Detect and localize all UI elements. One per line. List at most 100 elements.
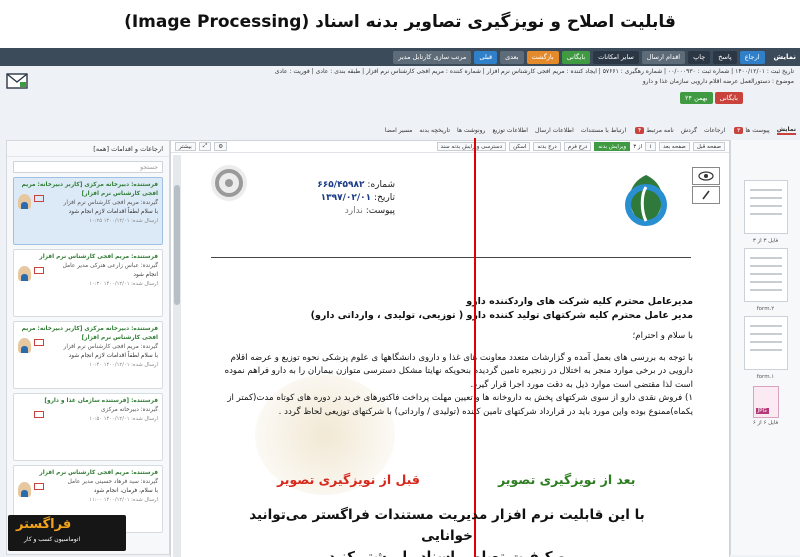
file-thumbnail[interactable] <box>743 180 788 234</box>
message-sender: فرستنده: [فرستنده سازمان غذا و دارو] <box>44 398 158 404</box>
refer-button[interactable]: ارجاع <box>739 50 765 64</box>
tab-signature-path[interactable]: مسیر امضا <box>385 127 413 134</box>
caption-line-2: و کیفیت تصاویر اسناد را بیشتر کنید <box>328 549 566 557</box>
referrals-search-input[interactable]: جستجو <box>13 161 163 173</box>
sort-inbox-button[interactable]: مرتب سازی کارتابل مدیر <box>393 50 472 64</box>
tab-attachments-label: پیوست ها <box>745 126 770 134</box>
doc-number-row: شماره: ۶۶۵/۴۵۹۸۲ <box>265 179 395 192</box>
envelope-icon[interactable] <box>6 72 28 90</box>
viewer-toolbar: صفحه قبل صفحه بعد ۱ از ۳ ویرایش بدنه درج… <box>171 141 729 153</box>
thumbnail-line <box>749 325 782 327</box>
referrals-panel-header: ارجاعات و اقدامات [همه] <box>7 141 169 157</box>
thumbnail-line <box>749 341 782 343</box>
document-divider <box>211 257 691 258</box>
insert-body-button[interactable]: درج بدنه <box>533 142 561 151</box>
doc-date-row: تاریخ: ۱۳۹۷/۰۲/۰۱ <box>265 192 395 205</box>
doc-date-value: ۱۳۹۷/۰۲/۰۱ <box>320 193 372 203</box>
tab-body-history[interactable]: تاریخچه بدنه <box>419 127 450 134</box>
message-date: ارسال شده: ۱۴۰۰/۱۲/۰۱ ۱۱:۰۰ <box>89 497 158 503</box>
settings-icon[interactable]: ⚙ <box>214 142 228 151</box>
brand-tagline: اتوماسیون کسب و کار <box>24 536 81 543</box>
message-date: ارسال شده: ۱۴۰۰/۱۲/۰۱ ۱۰:۲۵ <box>89 218 158 224</box>
pen-icon[interactable] <box>692 186 720 204</box>
list-item[interactable]: فرستنده: مریم افجی کارشناس نرم افزار گیر… <box>13 249 163 317</box>
thumbnail-line <box>749 189 782 191</box>
list-item[interactable]: فرستنده: دبیرخانه مرکزی [کاربر دبیرخانه:… <box>13 177 163 245</box>
thumbnail-line <box>749 265 782 267</box>
edit-body-button[interactable]: ویرایش بدنه <box>594 142 631 151</box>
document-body: مدیرعامل محترم کلیه شرکت های واردکننده د… <box>207 295 693 419</box>
message-sender: فرستنده: مریم افجی کارشناس نرم افزار <box>39 254 158 260</box>
next-page-button[interactable]: صفحه بعد <box>659 142 690 151</box>
list-item[interactable]: فرستنده: دبیرخانه مرکزی [کاربر دبیرخانه:… <box>13 321 163 389</box>
jpg-file-icon[interactable]: JPG <box>752 386 779 418</box>
tab-send-info[interactable]: اطلاعات ارسال <box>535 127 574 134</box>
doc-paragraph-1: با توجه به بررسی های بعمل آمده و گزارشات… <box>224 352 693 390</box>
viewer-scrollbar[interactable] <box>173 155 181 557</box>
status-badge-archive: بایگانی <box>714 92 743 104</box>
message-date: ارسال شده: ۱۴۰۰/۱۲/۰۱ ۱۰:۴۰ <box>89 362 158 368</box>
mail-icon[interactable] <box>34 483 44 490</box>
avatar <box>18 338 31 353</box>
eye-icon[interactable] <box>692 167 720 185</box>
document-meta: تاریخ ثبت : ۱۴۰۰/۱۲/۰۱ | شماره ثبت : ۰۰/… <box>30 67 800 89</box>
doc-date-label: تاریخ: <box>374 193 395 203</box>
tab-workflow[interactable]: گردش <box>681 127 697 134</box>
scan-button[interactable]: اسکن <box>509 142 531 151</box>
tab-distribution-info[interactable]: اطلاعات توزیع <box>492 127 528 134</box>
message-sender: فرستنده: مریم افجی کارشناس نرم افزار <box>39 470 158 476</box>
doc-attach-value: ندارد <box>344 206 363 216</box>
doc-paragraph-2: ۱) فروش نقدی دارو از سوی شرکتهای پخش به … <box>227 393 693 417</box>
file-thumbnail[interactable] <box>743 316 788 370</box>
message-date: ارسال شده: ۱۴۰۰/۱۲/۰۱ ۱۰:۳۰ <box>89 281 158 287</box>
avatar <box>18 194 31 209</box>
thumbnail-line <box>749 281 782 283</box>
reply-button[interactable]: پاسخ <box>713 50 737 64</box>
referrals-panel: ارجاعات و اقدامات [همه] جستجو فرستنده: د… <box>6 140 170 555</box>
meta-line-2: موضوع : دستورالعمل عرضه اقلام دارویی ساز… <box>642 78 794 85</box>
next-button[interactable]: بعدی <box>500 50 524 64</box>
meta-line-1: تاریخ ثبت : ۱۴۰۰/۱۲/۰۱ | شماره ثبت : ۰۰/… <box>274 68 794 75</box>
more-options-select[interactable]: سایر امکانات <box>593 50 639 64</box>
brand-name: فراگستر <box>16 517 72 532</box>
previous-button[interactable]: قبلی <box>474 50 498 64</box>
thumbnail-line <box>749 349 782 351</box>
page-number-input[interactable]: ۱ <box>645 142 657 151</box>
thumbnail-line <box>749 197 782 199</box>
avatar <box>18 482 31 497</box>
caption-line-1: با این قابلیت نرم افزار مدیریت مستندات ف… <box>249 507 645 544</box>
more-dropdown[interactable]: بیشتر <box>175 142 196 151</box>
send-action-button[interactable]: اقدام ارسال <box>641 50 686 64</box>
avatar <box>18 266 31 281</box>
feature-caption: با این قابلیت نرم افزار مدیریت مستندات ف… <box>232 505 662 557</box>
tab-related-documents[interactable]: ارتباط با مستندات <box>581 127 626 134</box>
tab-view[interactable]: نمایش <box>776 126 796 135</box>
thumbnail-line <box>749 205 782 207</box>
file-thumbnail[interactable] <box>743 248 788 302</box>
tab-related-letter[interactable]: نامه مرتبط ۴ <box>633 126 674 134</box>
prev-page-button[interactable]: صفحه قبل <box>692 142 725 151</box>
tab-copies[interactable]: رونوشت ها <box>457 127 485 134</box>
mail-icon[interactable] <box>34 339 44 346</box>
tab-referrals[interactable]: ارجاعات <box>704 127 725 134</box>
edit-access-button[interactable]: دسترسی ویرایش بدنه سند <box>436 142 507 151</box>
file-caption: form.۲ <box>756 306 775 312</box>
print-button[interactable]: چاپ <box>688 50 711 64</box>
mail-icon[interactable] <box>34 267 44 274</box>
return-button[interactable]: بازگشت <box>526 50 559 64</box>
comparison-divider-line <box>474 138 476 557</box>
top-toolbar: نمایش ارجاع پاسخ چاپ اقدام ارسال سایر ام… <box>0 48 800 66</box>
document-tabs: نمایش پیوست ها ۳ ارجاعات گردش نامه مرتبط… <box>186 124 800 136</box>
archive-button[interactable]: بایگانی <box>561 50 591 64</box>
list-item[interactable]: فرستنده: [فرستنده سازمان غذا و دارو] گیر… <box>13 393 163 461</box>
mail-icon[interactable] <box>34 411 44 418</box>
file-caption: form.۱ <box>756 374 775 380</box>
before-denoise-label: قبل از نویزگیری تصویر <box>277 472 420 487</box>
insert-form-button[interactable]: درج فرم <box>563 142 592 151</box>
doc-attach-label: پیوست: <box>365 206 395 216</box>
tab-attachments[interactable]: پیوست ها ۳ <box>732 126 770 134</box>
mail-icon[interactable] <box>34 195 44 202</box>
expand-icon[interactable]: ⤢ <box>198 142 212 151</box>
page-banner-title: قابلیت اصلاح و نویزگیری تصاویر بدنه اسنا… <box>0 0 800 44</box>
